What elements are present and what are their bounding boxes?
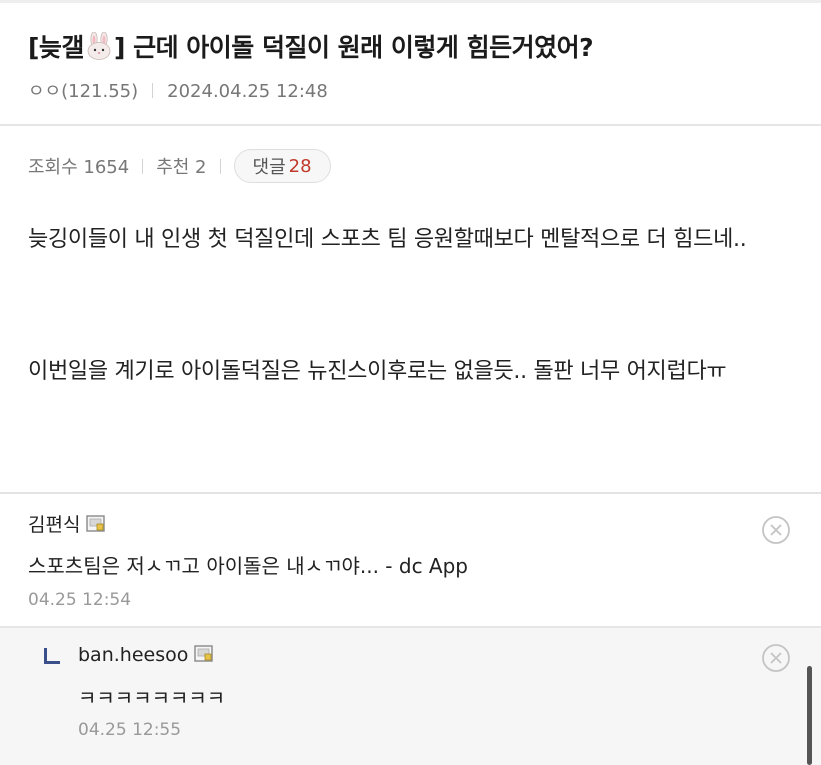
post-stats: 조회수 1654 추천 2 댓글 28	[28, 149, 331, 183]
comment-item: 김편식 스포츠팀은 저ㅅㄲ고 아이돌은 내ㅅㄲ야... - dc App 04.…	[0, 494, 821, 628]
comment-author[interactable]: ban.heesoo	[78, 644, 214, 666]
recommend-count: 추천 2	[156, 157, 207, 178]
scrollbar-thumb[interactable]	[807, 666, 812, 765]
meta-divider	[152, 83, 154, 98]
comment-author-name: ban.heesoo	[78, 644, 189, 666]
post-header: [늦갤 ] 근데 아이돌 덕질이 원래 이렇게 힘든거였어? ㅇㅇ(121.55…	[0, 0, 821, 126]
reply-item: ban.heesoo ㅋㅋㅋㅋㅋㅋㅋㅋ 04.25 12:55	[0, 628, 821, 765]
view-count: 조회수 1654	[28, 157, 130, 178]
stats-divider	[142, 158, 144, 174]
comment-count-number: 28	[288, 155, 312, 177]
bunny-emoji-icon	[87, 32, 111, 60]
post-title-text: ] 근데 아이돌 덕질이 원래 이렇게 힘든거였어?	[113, 33, 594, 62]
comment-date: 04.25 12:55	[78, 720, 182, 740]
comment-author-name: 김편식	[28, 514, 81, 536]
comment-text: ㅋㅋㅋㅋㅋㅋㅋㅋ	[78, 686, 226, 710]
post-meta: ㅇㅇ(121.55) 2024.04.25 12:48	[28, 77, 328, 103]
post-body-paragraph-1: 늦깅이들이 내 인생 첫 덕질인데 스포츠 팀 응원할때보다 멘탈적으로 더 힘…	[28, 227, 747, 252]
gallery-user-badge-icon	[86, 515, 106, 532]
comment-count-button[interactable]: 댓글 28	[233, 149, 331, 183]
comment-author[interactable]: 김편식	[28, 510, 106, 537]
comment-date: 04.25 12:54	[28, 590, 132, 610]
circle-close-icon[interactable]	[760, 514, 792, 546]
comment-list: 김편식 스포츠팀은 저ㅅㄲ고 아이돌은 내ㅅㄲ야... - dc App 04.…	[0, 492, 821, 765]
post-date: 2024.04.25 12:48	[167, 81, 328, 102]
reply-arrow-icon	[44, 648, 60, 664]
comment-count-label: 댓글	[252, 157, 286, 178]
post-author[interactable]: ㅇㅇ(121.55)	[28, 81, 138, 102]
post-title: [늦갤 ] 근데 아이돌 덕질이 원래 이렇게 힘든거였어?	[28, 28, 594, 64]
post-title-prefix: [늦갤	[28, 33, 84, 62]
gallery-user-badge-icon	[194, 645, 214, 662]
circle-close-icon[interactable]	[760, 642, 792, 674]
post-body-paragraph-2: 이번일을 계기로 아이돌덕질은 뉴진스이후로는 없을듯.. 돌판 너무 어지럽다…	[28, 359, 727, 384]
stats-divider	[219, 158, 221, 174]
comment-text: 스포츠팀은 저ㅅㄲ고 아이돌은 내ㅅㄲ야... - dc App	[28, 554, 468, 578]
